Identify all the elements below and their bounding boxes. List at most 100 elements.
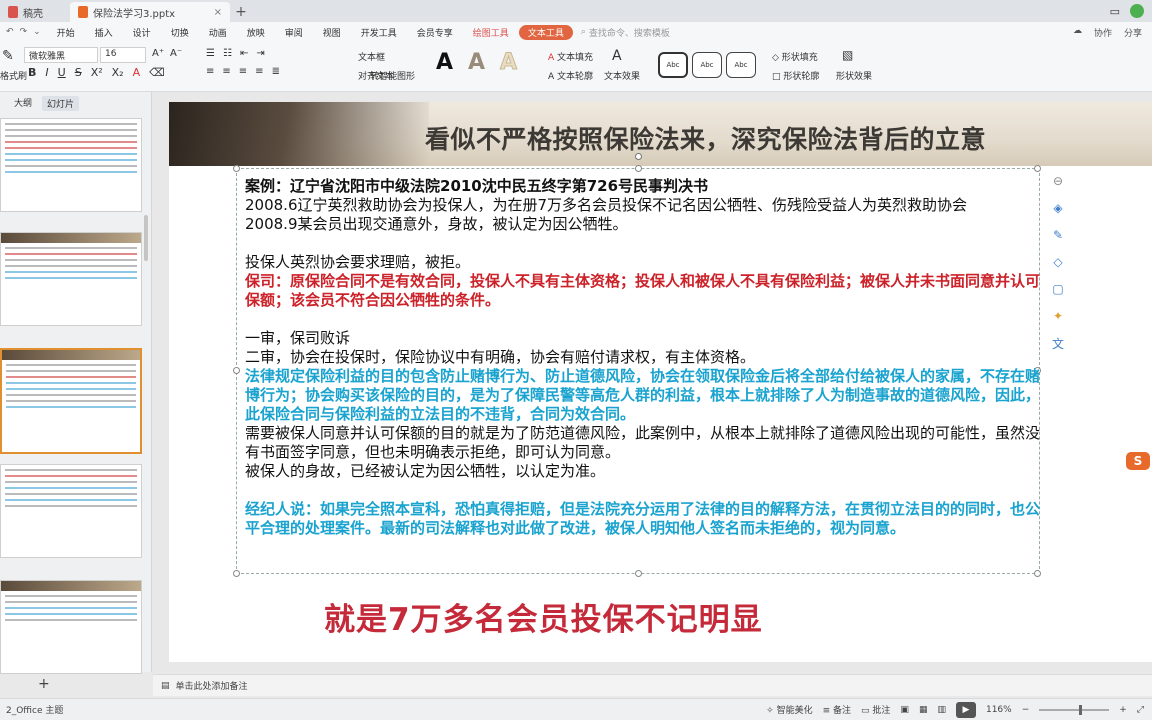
smart-graphic-button[interactable]: 转智能图形 [370,69,415,82]
tab-slides[interactable]: 幻灯片 [42,96,80,111]
bullet-list-icon[interactable]: ☰ [206,48,215,59]
notes-bar[interactable]: ▤ 单击此处添加备注 [153,674,1152,696]
slide-thumbnail[interactable] [0,232,142,326]
resize-handle[interactable] [635,570,642,577]
align-center-icon[interactable]: ≡ [222,66,230,77]
shape-effect-button[interactable]: 形状效果 [836,69,872,82]
format-painter-label[interactable]: 格式刷 [0,69,27,82]
slide-thumbnail[interactable] [0,464,142,558]
text-style-gray[interactable]: A [468,50,485,75]
font-shrink-icon[interactable]: A⁻ [170,48,182,59]
zoom-out-icon[interactable]: − [1022,705,1030,715]
lightbulb-icon[interactable]: ✦ [1049,307,1067,325]
reading-view-icon[interactable]: ▥ [937,705,946,715]
strikethrough-icon[interactable]: S [75,66,82,79]
resize-handle[interactable] [1034,570,1041,577]
thumbnail-scrollbar[interactable] [144,120,150,660]
format-painter-icon[interactable]: ✎ [2,48,14,64]
normal-view-icon[interactable]: ▣ [900,705,909,715]
tab-document[interactable]: 保险法学习3.pptx × [70,2,230,22]
slide[interactable]: 看似不严格按照保险法来，深究保险法背后的立意 案例：辽宁省沈阳市中级法院2010… [169,102,1152,662]
menu-developer[interactable]: 开发工具 [351,26,407,39]
add-slide-button[interactable]: + [38,676,50,692]
clear-format-icon[interactable]: ⌫ [149,66,165,79]
slide-title[interactable]: 看似不严格按照保险法来，深究保险法背后的立意 [425,120,986,156]
collaborate-button[interactable]: 协作 [1094,26,1112,39]
menu-review[interactable]: 审阅 [275,26,313,39]
menu-insert[interactable]: 插入 [85,26,123,39]
shape-style-2[interactable]: Abc [692,52,722,78]
translate-icon[interactable]: 文 [1049,334,1067,352]
align-right-icon[interactable]: ≡ [239,66,247,77]
text-fill-button[interactable]: A 文本填充 [548,50,593,63]
resize-handle[interactable] [233,570,240,577]
resize-handle[interactable] [635,165,642,172]
text-style-outline[interactable]: A [499,50,517,76]
shape-fill-button[interactable]: ◇ 形状填充 [772,50,818,63]
text-effect-button[interactable]: 文本效果 [604,69,640,82]
add-tab-button[interactable]: + [230,4,252,22]
shape-outline-button[interactable]: □ 形状轮廓 [772,69,819,82]
collapse-icon[interactable]: ⊖ [1049,172,1067,190]
font-name-select[interactable]: 微软雅黑 [24,47,98,63]
bold-icon[interactable]: B [28,66,36,79]
slide-thumbnail-current[interactable] [0,348,142,454]
fit-window-icon[interactable]: ⤢ [1137,705,1144,715]
text-style-black[interactable]: A [436,50,453,75]
menu-home[interactable]: 开始 [47,26,85,39]
avatar[interactable] [1130,4,1144,18]
menu-member[interactable]: 会员专享 [407,26,463,39]
tab-outline[interactable]: 大纲 [14,96,32,111]
zoom-in-icon[interactable]: + [1119,705,1127,715]
menu-text-tools[interactable]: 文本工具 [518,24,573,40]
menu-view[interactable]: 视图 [313,26,351,39]
resize-handle[interactable] [1034,165,1041,172]
command-search[interactable]: ⌕ 查找命令、搜索模板 [581,26,670,39]
shape-effect-icon[interactable]: ▧ [842,48,853,62]
outdent-icon[interactable]: ⇤ [240,48,248,59]
resize-handle[interactable] [233,367,240,374]
underline-icon[interactable]: U [58,66,66,79]
font-size-select[interactable]: 16 [100,47,146,63]
rotate-handle[interactable] [635,153,642,160]
shape-style-3[interactable]: Abc [726,52,756,78]
menu-animation[interactable]: 动画 [199,26,237,39]
slide-thumbnail[interactable] [0,118,142,212]
menu-design[interactable]: 设计 [123,26,161,39]
italic-icon[interactable]: I [45,66,48,79]
align-left-icon[interactable]: ≡ [206,66,214,77]
frame-icon[interactable]: ▢ [1049,280,1067,298]
justify-icon[interactable]: ≡ [255,66,263,77]
play-slideshow-button[interactable]: ▶ [955,701,976,718]
zoom-slider[interactable] [1039,704,1110,715]
menu-slideshow[interactable]: 放映 [237,26,275,39]
menu-drawing-tools[interactable]: 绘图工具 [463,26,519,39]
resize-handle[interactable] [233,165,240,172]
sorter-view-icon[interactable]: ▦ [919,705,928,715]
tab-home[interactable]: 稿壳 [0,2,70,22]
text-box[interactable]: 案例：辽宁省沈阳市中级法院2010沈中民五终字第726号民事判决书 2008.6… [233,153,1041,577]
pen-icon[interactable]: ✎ [1049,226,1067,244]
wps-s-logo-icon[interactable]: S [1126,452,1150,470]
number-list-icon[interactable]: ☷ [223,48,232,59]
undo-icon[interactable]: ↶ [6,27,14,37]
text-outline-button[interactable]: A 文本轮廓 [548,69,593,82]
close-tab-icon[interactable]: × [214,7,222,18]
font-grow-icon[interactable]: A⁺ [152,48,164,59]
window-layout-icon[interactable]: ▭ [1110,5,1120,18]
share-button[interactable]: 分享 [1124,26,1142,39]
dropdown-icon[interactable]: ⌄ [33,27,41,37]
indent-icon[interactable]: ⇥ [256,48,264,59]
cloud-icon[interactable]: ☁ [1073,26,1082,39]
distribute-icon[interactable]: ≣ [272,66,280,77]
font-color-icon[interactable]: A [133,66,141,79]
subscript-icon[interactable]: X₂ [112,66,124,79]
text-effect-icon[interactable]: A [612,48,622,64]
superscript-icon[interactable]: X² [91,66,103,79]
fill-icon[interactable]: ◇ [1049,253,1067,271]
smart-beautify-button[interactable]: ✧ 智能美化 [766,703,812,716]
text-box-button[interactable]: 文本框 [358,50,385,63]
zoom-value[interactable]: 116% [986,705,1012,715]
notes-toggle-button[interactable]: ≡ 备注 [823,703,851,716]
layers-icon[interactable]: ◈ [1049,199,1067,217]
